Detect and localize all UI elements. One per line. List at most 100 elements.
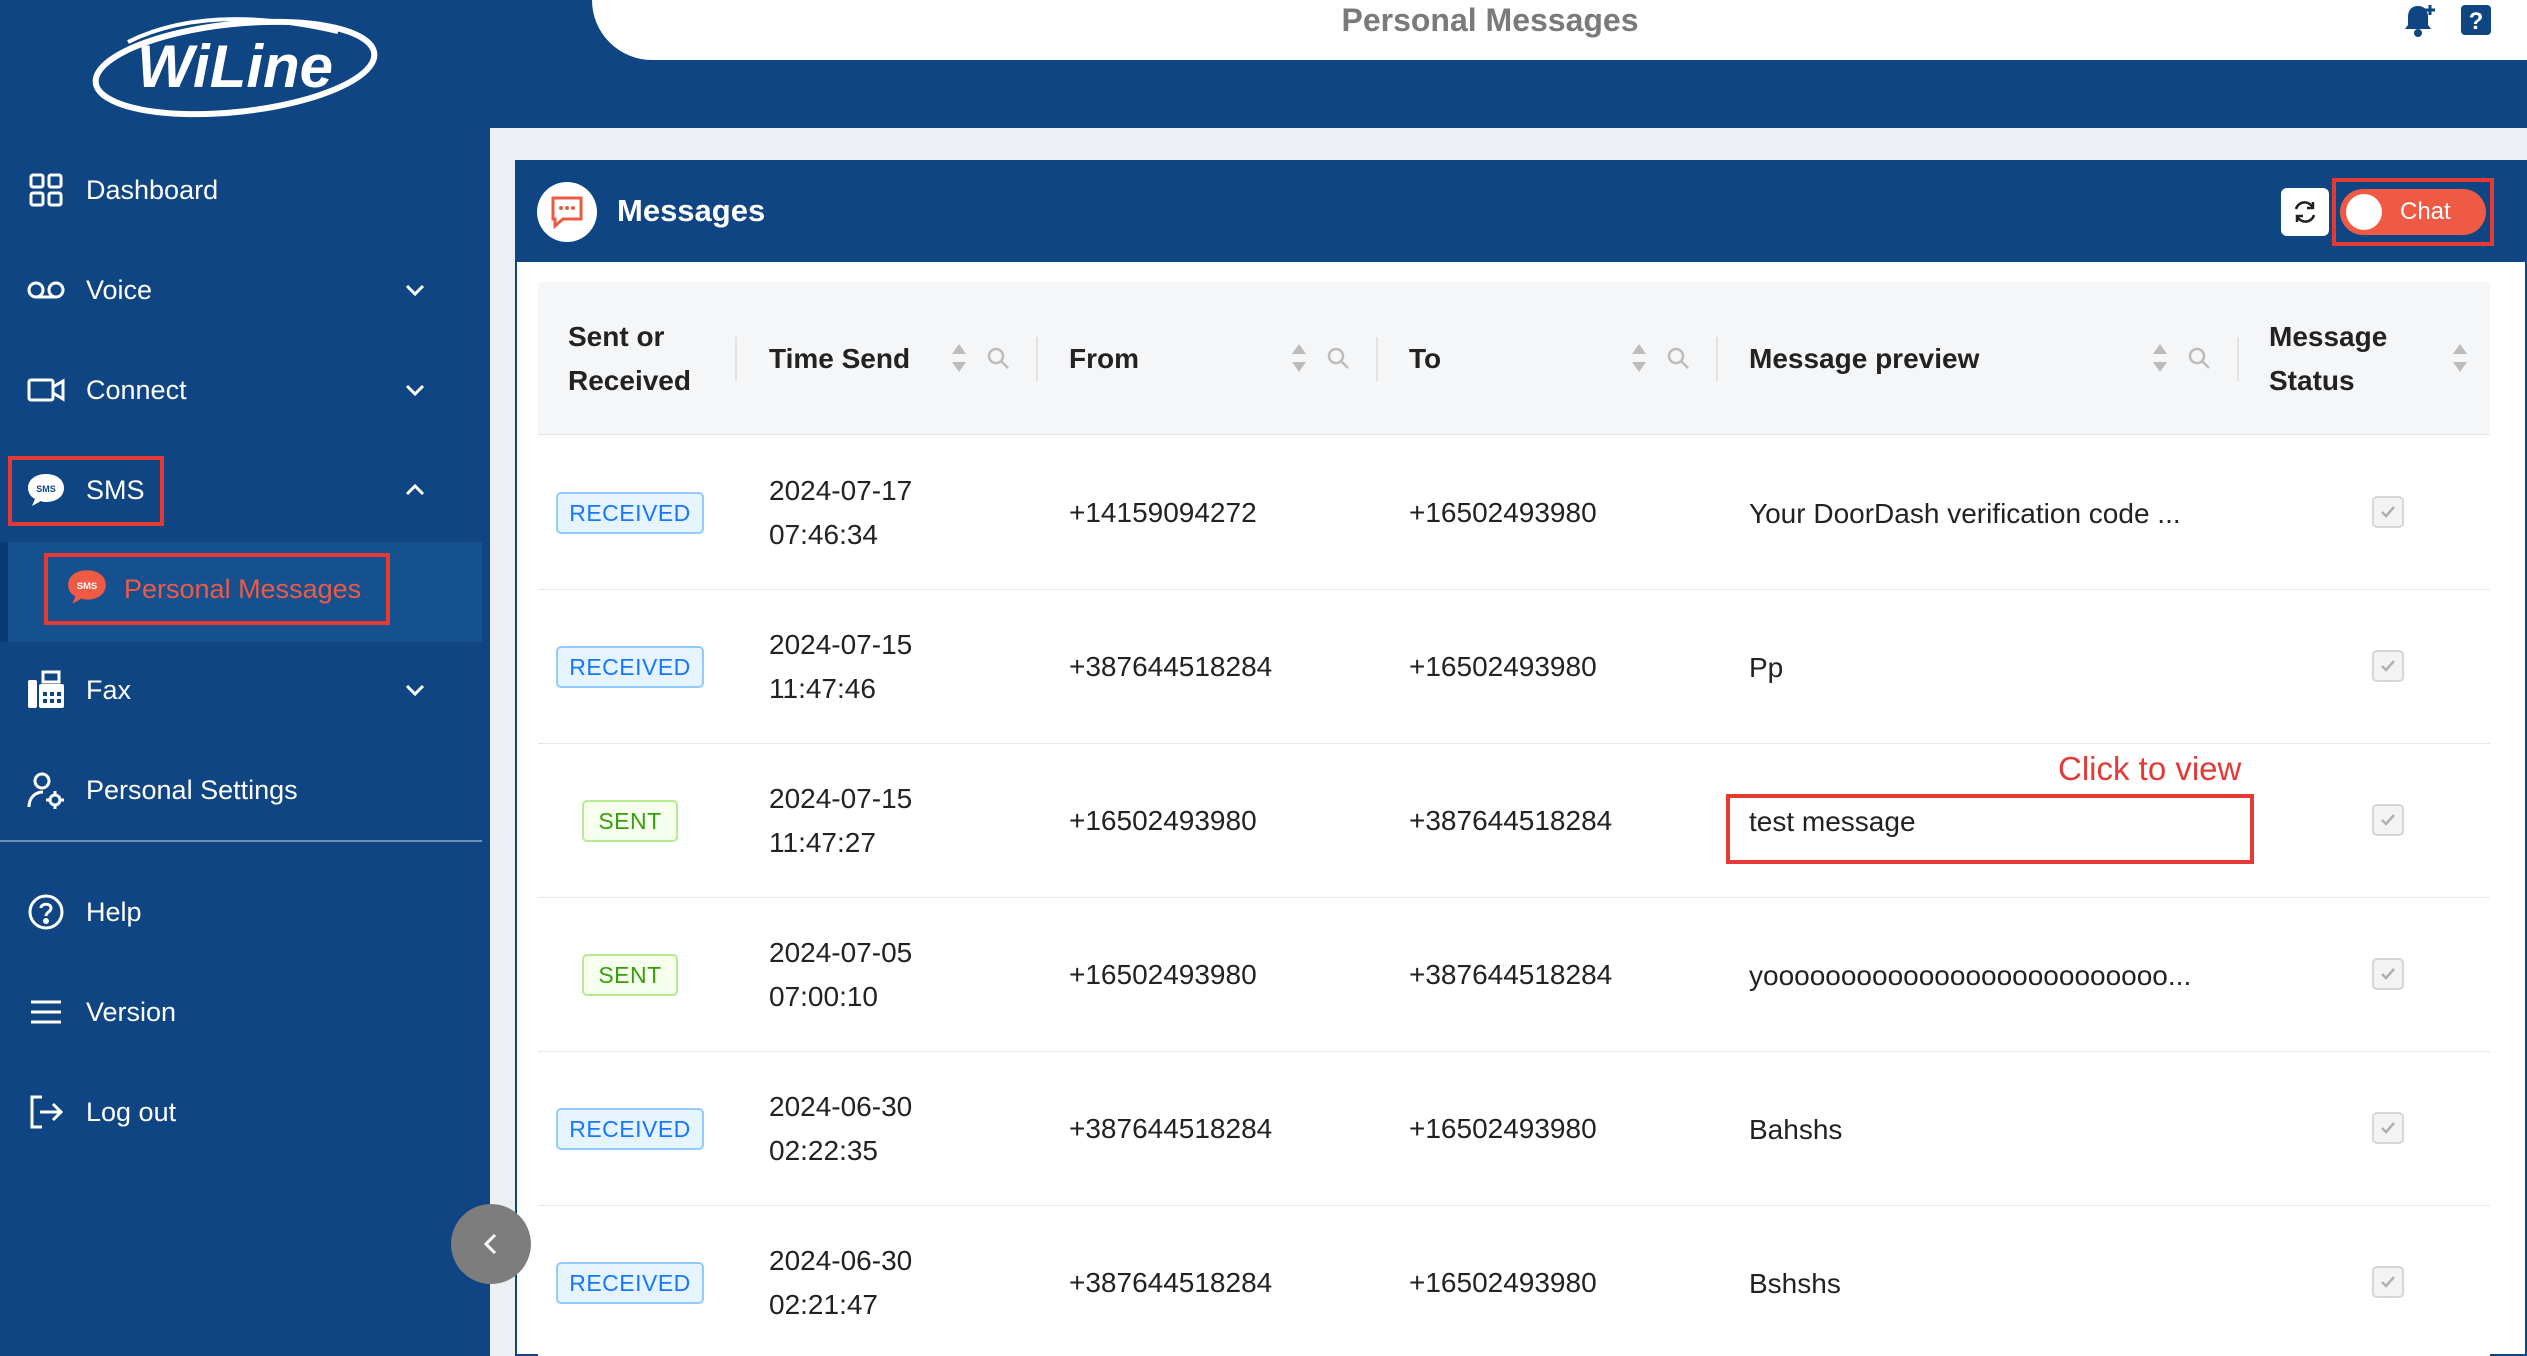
sort-icon[interactable] bbox=[2451, 340, 2469, 376]
time-text: 11:47:46 bbox=[769, 673, 876, 704]
wiline-logo[interactable]: WiLine bbox=[88, 12, 382, 124]
message-icon bbox=[537, 182, 597, 242]
time-cell: 2024-07-05 07:00:10 bbox=[769, 931, 912, 1019]
preview-cell[interactable]: yoooooooooooooooooooooooooo... bbox=[1749, 954, 2191, 998]
sidebar-item-personal-messages[interactable]: SMS Personal Messages bbox=[44, 553, 390, 625]
time-cell: 2024-07-15 11:47:27 bbox=[769, 777, 912, 865]
preview-cell[interactable]: Pp bbox=[1749, 646, 1783, 690]
svg-text:?: ? bbox=[2469, 8, 2484, 35]
help-icon[interactable]: ? bbox=[2456, 0, 2496, 40]
check-icon bbox=[2381, 660, 2395, 672]
status-checkbox bbox=[2372, 1266, 2404, 1298]
column-separator bbox=[1036, 337, 1038, 381]
col-label: Message bbox=[2269, 320, 2388, 352]
logout-icon bbox=[26, 1092, 66, 1132]
col-header-sent-received[interactable]: Sent or Received bbox=[568, 282, 691, 435]
date-text: 2024-07-15 bbox=[769, 783, 913, 814]
from-cell: +387644518284 bbox=[1069, 1113, 1273, 1144]
col-label: Time Send bbox=[769, 342, 911, 374]
time-text: 02:21:47 bbox=[769, 1289, 878, 1320]
col-header-message-status[interactable]: Message Status bbox=[2269, 282, 2387, 435]
status-badge: RECEIVED bbox=[556, 646, 704, 688]
preview-cell[interactable]: Bshshs bbox=[1749, 1262, 1841, 1306]
sms-highlight-box bbox=[8, 456, 164, 526]
time-text: 02:22:35 bbox=[769, 1135, 878, 1166]
search-icon[interactable] bbox=[986, 346, 1010, 370]
to-cell: +387644518284 bbox=[1409, 959, 1613, 990]
sort-icon[interactable] bbox=[950, 340, 968, 376]
sidebar-item-label: Connect bbox=[86, 374, 187, 405]
user-gear-icon bbox=[26, 770, 66, 810]
click-to-view-annotation: Click to view bbox=[2058, 750, 2242, 787]
sidebar-item-dashboard[interactable]: Dashboard bbox=[0, 140, 482, 240]
table-row[interactable]: SENT 2024-07-05 07:00:10 +16502493980 +38… bbox=[538, 898, 2490, 1052]
status-checkbox bbox=[2372, 1112, 2404, 1144]
table-row[interactable]: RECEIVED 2024-06-30 02:22:35 +38764451828… bbox=[538, 1052, 2490, 1206]
chevron-down-icon bbox=[405, 384, 425, 397]
video-icon bbox=[26, 370, 66, 410]
search-icon[interactable] bbox=[1326, 346, 1350, 370]
check-icon bbox=[2381, 1122, 2395, 1134]
table-row[interactable]: RECEIVED 2024-07-17 07:46:34 +14159094272… bbox=[538, 436, 2490, 590]
col-label: From bbox=[1069, 342, 1139, 374]
to-cell: +387644518284 bbox=[1409, 805, 1613, 836]
date-text: 2024-06-30 bbox=[769, 1245, 913, 1276]
chevron-down-icon bbox=[405, 284, 425, 297]
check-icon bbox=[2381, 968, 2395, 980]
bell-plus-icon[interactable] bbox=[2400, 0, 2440, 40]
search-icon[interactable] bbox=[2187, 346, 2211, 370]
from-cell: +16502493980 bbox=[1069, 959, 1257, 990]
col-header-time-send[interactable]: Time Send bbox=[769, 282, 910, 435]
sort-icon[interactable] bbox=[1290, 340, 1308, 376]
col-label: Status bbox=[2269, 364, 2355, 396]
voicemail-icon bbox=[26, 270, 66, 310]
preview-cell[interactable]: Bahshs bbox=[1749, 1108, 1842, 1152]
active-accent-bar bbox=[0, 542, 8, 642]
to-cell: +16502493980 bbox=[1409, 651, 1597, 682]
time-text: 07:46:34 bbox=[769, 519, 878, 550]
sms-icon: SMS bbox=[66, 567, 108, 612]
sidebar-item-logout[interactable]: Log out bbox=[0, 1062, 482, 1162]
search-icon[interactable] bbox=[1666, 346, 1690, 370]
status-checkbox bbox=[2372, 804, 2404, 836]
status-badge: RECEIVED bbox=[556, 492, 704, 534]
refresh-button[interactable] bbox=[2281, 188, 2329, 236]
table-row[interactable]: RECEIVED 2024-07-15 11:47:46 +38764451828… bbox=[538, 590, 2490, 744]
to-cell: +16502493980 bbox=[1409, 1267, 1597, 1298]
sidebar-item-label: Personal Settings bbox=[86, 774, 298, 805]
check-icon bbox=[2381, 506, 2395, 518]
page-title: Personal Messages bbox=[1341, 2, 1639, 38]
status-badge: RECEIVED bbox=[556, 1108, 704, 1150]
sidebar-item-voice[interactable]: Voice bbox=[0, 240, 482, 340]
sidebar-item-label: Voice bbox=[86, 274, 153, 305]
date-text: 2024-07-17 bbox=[769, 475, 913, 506]
sidebar-item-personal-settings[interactable]: Personal Settings bbox=[0, 740, 482, 840]
from-cell: +16502493980 bbox=[1069, 805, 1257, 836]
table-row[interactable]: RECEIVED 2024-06-30 02:21:47 +38764451828… bbox=[538, 1206, 2490, 1356]
chat-label: Chat bbox=[2400, 198, 2451, 225]
grid-icon bbox=[26, 170, 66, 210]
sidebar-item-label: Personal Messages bbox=[124, 573, 362, 604]
chat-toggle[interactable]: Chat bbox=[2340, 189, 2486, 235]
sidebar-item-connect[interactable]: Connect bbox=[0, 340, 482, 440]
sidebar-item-label: Log out bbox=[86, 1096, 177, 1127]
col-header-from[interactable]: From bbox=[1069, 282, 1139, 435]
sidebar-item-fax[interactable]: Fax bbox=[0, 640, 482, 740]
status-checkbox bbox=[2372, 496, 2404, 528]
preview-cell[interactable]: test message bbox=[1749, 800, 1916, 844]
sort-icon[interactable] bbox=[2151, 340, 2169, 376]
status-badge: RECEIVED bbox=[556, 1262, 704, 1304]
sidebar-item-version[interactable]: Version bbox=[0, 962, 482, 1062]
chevron-up-icon bbox=[405, 483, 425, 496]
col-header-to[interactable]: To bbox=[1409, 282, 1441, 435]
col-header-message-preview[interactable]: Message preview bbox=[1749, 282, 1979, 435]
toggle-knob bbox=[2346, 194, 2382, 230]
sidebar: WiLine Dashboard Voice Connect SMS SMS S… bbox=[0, 0, 490, 1356]
sort-icon[interactable] bbox=[1630, 340, 1648, 376]
to-cell: +16502493980 bbox=[1409, 1113, 1597, 1144]
sidebar-item-label: Version bbox=[86, 996, 177, 1027]
card-header: Messages Chat bbox=[517, 162, 2527, 262]
collapse-sidebar-button[interactable] bbox=[451, 1204, 531, 1284]
preview-cell[interactable]: Your DoorDash verification code ... bbox=[1749, 492, 2181, 536]
sidebar-item-help[interactable]: Help bbox=[0, 862, 482, 962]
